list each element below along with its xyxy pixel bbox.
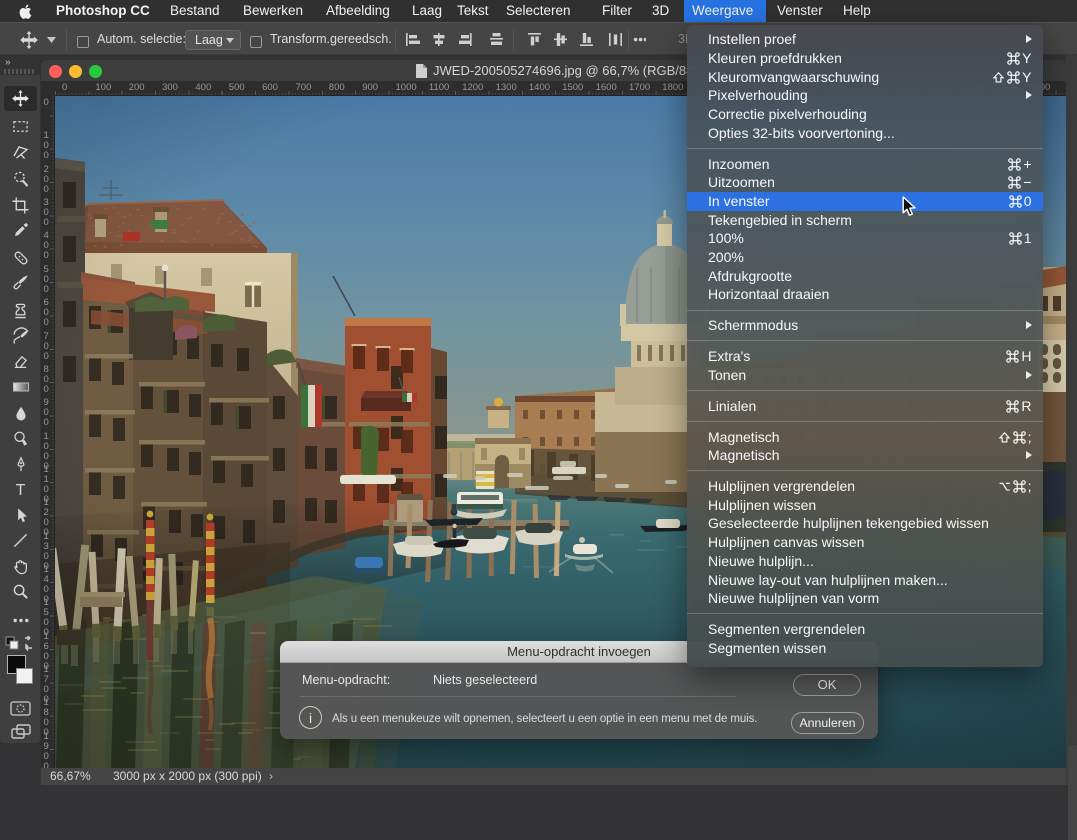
svg-text:T: T — [16, 481, 26, 498]
